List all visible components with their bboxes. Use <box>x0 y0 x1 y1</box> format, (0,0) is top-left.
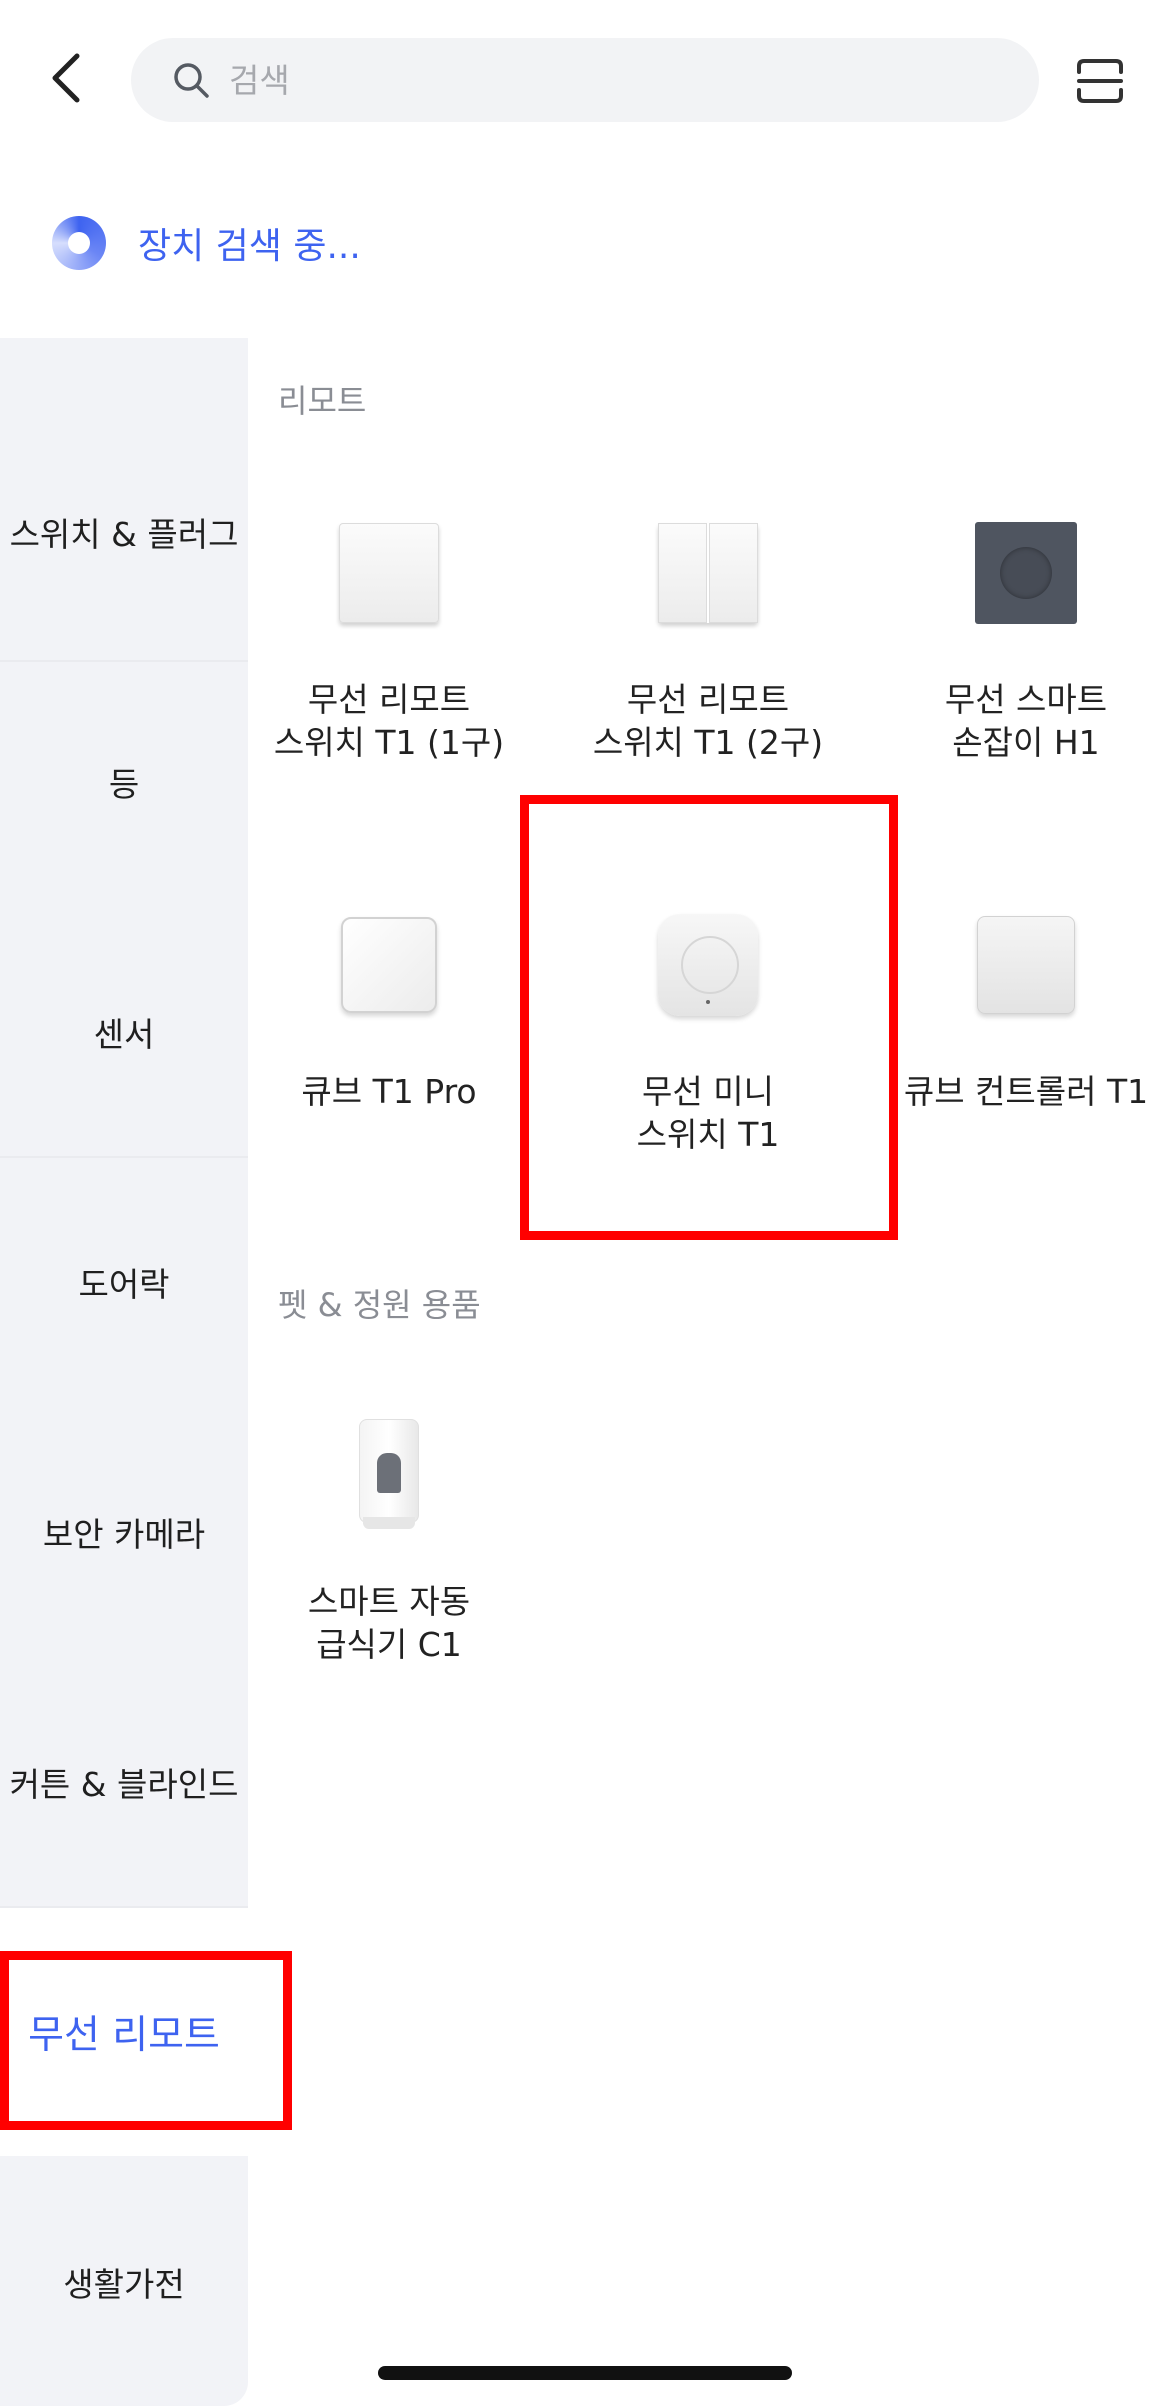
chevron-left-icon <box>52 53 80 103</box>
sidebar-top-spacer <box>0 338 248 408</box>
device-name: 무선 리모트 스위치 T1 (2구) <box>592 680 824 762</box>
scan-button[interactable] <box>1075 56 1125 106</box>
back-button[interactable] <box>38 50 94 106</box>
sidebar-item-switch-plug[interactable]: 스위치 & 플러그 <box>0 408 248 656</box>
category-sidebar: 스위치 & 플러그 등 센서 도어락 보안 카메라 커튼 & 블라인드 무선 리… <box>0 338 248 2406</box>
device-thumbnail <box>334 518 444 628</box>
device-thumbnail <box>971 518 1081 628</box>
device-thumbnail <box>334 910 444 1020</box>
device-smart-pet-feeder-c1[interactable]: 스마트 자동 급식기 C1 <box>230 1350 548 1680</box>
device-wireless-mini-switch-t1[interactable]: 무선 미니 스위치 T1 <box>549 840 867 1170</box>
loading-spinner-icon <box>52 216 106 270</box>
device-thumbnail <box>653 518 763 628</box>
home-indicator <box>378 2366 792 2380</box>
device-thumbnail <box>971 910 1081 1020</box>
device-name: 스마트 자동 급식기 C1 <box>307 1582 471 1664</box>
sidebar-item-wireless-remote[interactable]: 무선 리모트 <box>0 1908 248 2156</box>
sidebar-item-sensor[interactable]: 센서 <box>0 908 248 1156</box>
device-cube-controller-t1[interactable]: 큐브 컨트롤러 T1 <box>867 840 1170 1170</box>
device-picker-screen: 장치 검색 중... 스위치 & 플러그 등 센서 도어락 보안 카메라 커튼 … <box>0 0 1170 2406</box>
searching-status-text: 장치 검색 중... <box>138 226 361 267</box>
device-name: 무선 미니 스위치 T1 <box>636 1072 780 1154</box>
section-title-remote: 리모트 <box>278 382 367 420</box>
device-name: 무선 리모트 스위치 T1 (1구) <box>273 680 505 762</box>
scan-icon <box>1077 59 1123 103</box>
search-bar[interactable] <box>131 38 1039 122</box>
device-wireless-smart-knob-h1[interactable]: 무선 스마트 손잡이 H1 <box>867 448 1170 778</box>
sidebar-item-security-camera[interactable]: 보안 카메라 <box>0 1408 248 1656</box>
device-cube-t1-pro[interactable]: 큐브 T1 Pro <box>230 840 548 1170</box>
device-name: 무선 스마트 손잡이 H1 <box>944 680 1108 762</box>
search-input[interactable] <box>229 60 989 100</box>
search-icon <box>171 60 211 100</box>
sidebar-item-home-appliance[interactable]: 생활가전 <box>0 2158 248 2406</box>
device-thumbnail <box>334 1419 444 1530</box>
device-name: 큐브 T1 Pro <box>301 1072 477 1111</box>
device-name: 큐브 컨트롤러 T1 <box>903 1072 1149 1111</box>
sidebar-item-door-lock[interactable]: 도어락 <box>0 1158 248 1406</box>
device-thumbnail <box>653 910 763 1020</box>
sidebar-item-light[interactable]: 등 <box>0 658 248 906</box>
searching-status: 장치 검색 중... <box>52 214 361 272</box>
device-wireless-remote-switch-t1-1gang[interactable]: 무선 리모트 스위치 T1 (1구) <box>230 448 548 778</box>
section-title-pet-garden: 펫 & 정원 용품 <box>278 1286 481 1324</box>
sidebar-item-curtain-blind[interactable]: 커튼 & 블라인드 <box>0 1658 248 1906</box>
device-wireless-remote-switch-t1-2gang[interactable]: 무선 리모트 스위치 T1 (2구) <box>549 448 867 778</box>
